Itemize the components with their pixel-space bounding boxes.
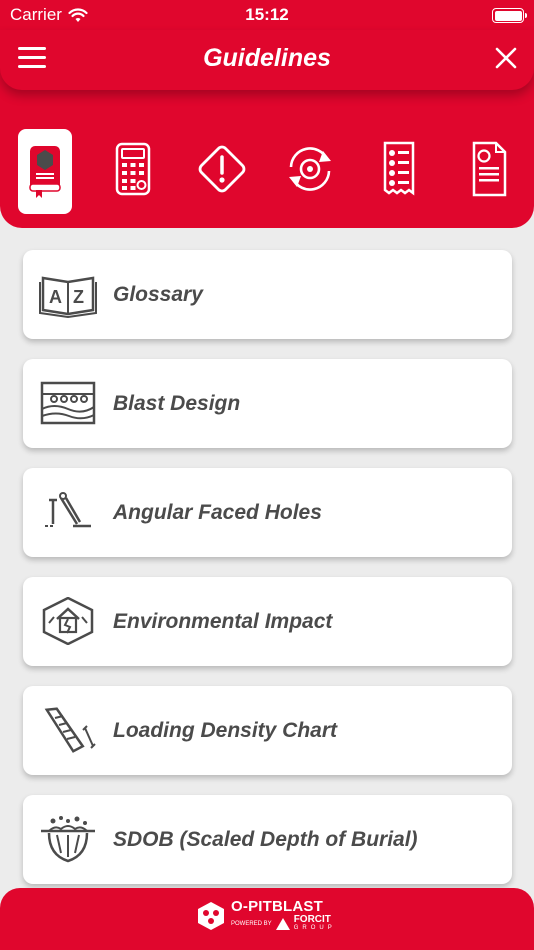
tab-sync[interactable] bbox=[283, 125, 337, 213]
svg-text:Z: Z bbox=[73, 287, 84, 307]
close-button[interactable] bbox=[494, 46, 518, 70]
page-title: Guidelines bbox=[203, 44, 331, 72]
logo-hex-icon bbox=[198, 901, 224, 930]
logo-forcit: FORCIT bbox=[293, 914, 331, 925]
navigation-bar: Guidelines bbox=[0, 30, 534, 90]
tab-warnings[interactable] bbox=[195, 125, 249, 213]
list-item-label: Angular Faced Holes bbox=[113, 501, 322, 524]
logo-group: GROUP bbox=[293, 925, 336, 931]
az-book-icon: A Z bbox=[39, 276, 97, 318]
list-item-sdob[interactable]: SDOB (Scaled Depth of Burial) bbox=[23, 795, 512, 884]
environment-icon bbox=[42, 597, 94, 645]
category-tabs bbox=[0, 125, 534, 217]
document-icon bbox=[472, 141, 507, 197]
logo-powered-by: POWERED BY bbox=[231, 921, 272, 927]
close-icon bbox=[495, 47, 517, 69]
sync-icon bbox=[289, 147, 331, 191]
tab-guidelines[interactable] bbox=[18, 129, 72, 214]
clock: 15:12 bbox=[245, 5, 289, 24]
warning-icon bbox=[198, 145, 246, 193]
checklist-icon bbox=[383, 141, 415, 196]
opitblast-logo: O-PITBLAST POWERED BY FORCIT GROUP bbox=[197, 898, 336, 933]
battery-icon bbox=[492, 8, 527, 23]
forcit-logo-icon bbox=[275, 918, 290, 930]
angular-holes-icon bbox=[45, 492, 91, 528]
loading-density-icon bbox=[44, 707, 96, 753]
status-bar: Carrier 15:12 bbox=[0, 0, 534, 30]
list-item-angular-faced-holes[interactable]: Angular Faced Holes bbox=[23, 468, 512, 557]
book-icon bbox=[29, 145, 61, 198]
svg-text:A: A bbox=[49, 287, 62, 307]
tab-calculator[interactable] bbox=[106, 125, 160, 213]
tab-documents[interactable] bbox=[462, 125, 516, 213]
list-item-label: Environmental Impact bbox=[113, 610, 333, 633]
list-item-environmental-impact[interactable]: Environmental Impact bbox=[23, 577, 512, 666]
guidelines-list: A Z Glossary Blast Design Angular Faced … bbox=[23, 250, 512, 904]
list-item-blast-design[interactable]: Blast Design bbox=[23, 359, 512, 448]
list-item-glossary[interactable]: A Z Glossary bbox=[23, 250, 512, 339]
list-item-label: SDOB (Scaled Depth of Burial) bbox=[113, 828, 418, 851]
blast-design-icon bbox=[40, 381, 96, 425]
calculator-icon bbox=[115, 142, 151, 196]
list-item-label: Loading Density Chart bbox=[113, 719, 338, 742]
list-item-loading-density-chart[interactable]: Loading Density Chart bbox=[23, 686, 512, 775]
sdob-icon bbox=[41, 816, 95, 863]
logo-brand: O-PITBLAST bbox=[231, 898, 323, 915]
list-item-label: Blast Design bbox=[113, 392, 241, 415]
list-item-label: Glossary bbox=[113, 283, 203, 306]
tab-checklist[interactable] bbox=[372, 125, 426, 213]
footer: O-PITBLAST POWERED BY FORCIT GROUP bbox=[0, 888, 534, 950]
